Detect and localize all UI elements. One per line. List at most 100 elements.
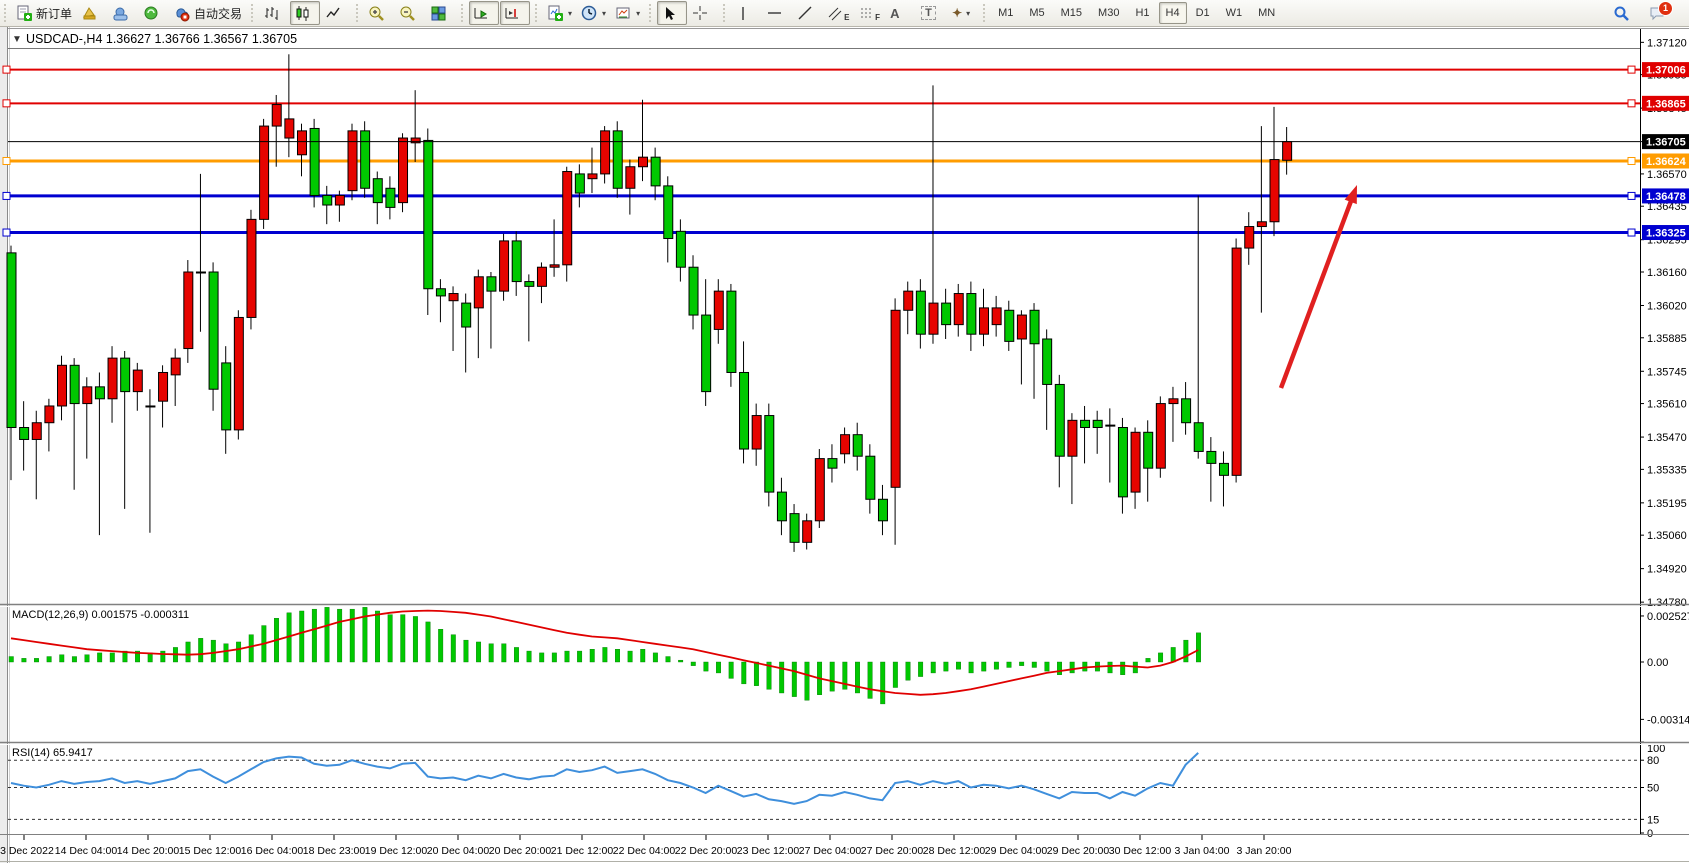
timeframe-button-mn[interactable]: MN: [1251, 2, 1282, 24]
macd-bar: [1120, 662, 1125, 675]
line-handle[interactable]: [3, 157, 10, 164]
trendline-button[interactable]: [793, 1, 823, 25]
line-handle[interactable]: [3, 229, 10, 236]
chart-shift-button[interactable]: [500, 1, 530, 25]
macd-bar: [1184, 640, 1189, 662]
macd-bar: [716, 662, 721, 673]
line-handle[interactable]: [1628, 66, 1635, 73]
macd-bar: [1007, 662, 1012, 667]
crosshair-button[interactable]: [688, 1, 718, 25]
line-handle[interactable]: [3, 192, 10, 199]
macd-bar: [956, 662, 961, 669]
macd-bar: [792, 662, 797, 697]
macd-bar: [565, 651, 570, 662]
horizontal-line-icon: [766, 5, 783, 22]
arrows-button[interactable]: ✦ ▾: [948, 1, 978, 25]
time-axis-label: 29 Dec 20:00: [1047, 845, 1110, 857]
text-button[interactable]: A: [886, 1, 916, 25]
timeframe-button-d1[interactable]: D1: [1189, 2, 1217, 24]
timeframe-button-w1[interactable]: W1: [1219, 2, 1250, 24]
toolbar-right-icons: 1: [1609, 1, 1683, 25]
candle: [234, 317, 243, 429]
templates-icon: [615, 5, 632, 22]
timeframe-button-m5[interactable]: M5: [1022, 2, 1051, 24]
candle: [740, 372, 749, 449]
macd-bar: [678, 660, 683, 662]
line-handle[interactable]: [3, 100, 10, 107]
navigator-button[interactable]: [108, 1, 138, 25]
dropdown-caret-icon: ▾: [636, 9, 640, 18]
macd-bar: [438, 629, 443, 662]
macd-bar: [451, 635, 456, 662]
candle: [1068, 420, 1077, 456]
macd-bar: [489, 644, 494, 662]
line-handle[interactable]: [3, 66, 10, 73]
candle: [537, 267, 546, 286]
line-handle[interactable]: [1628, 100, 1635, 107]
horizontal-line-button[interactable]: [762, 1, 792, 25]
macd-bar: [249, 635, 254, 662]
zoom-in-button[interactable]: [364, 1, 394, 25]
vertical-line-button[interactable]: [731, 1, 761, 25]
price-axis-label: 1.36160: [1647, 267, 1687, 279]
timeframe-button-h4[interactable]: H4: [1159, 2, 1187, 24]
auto-scroll-icon: [473, 5, 490, 22]
text-label-button[interactable]: T: [917, 1, 947, 25]
chart-collapse-icon[interactable]: ▼: [12, 34, 22, 45]
indicators-button[interactable]: ▾: [543, 1, 576, 25]
dropdown-caret-icon: ▾: [568, 9, 572, 18]
timeframe-button-h1[interactable]: H1: [1128, 2, 1156, 24]
macd-bar: [1057, 662, 1062, 675]
new-order-button[interactable]: 新订单: [12, 1, 76, 25]
templates-button[interactable]: ▾: [611, 1, 644, 25]
candle: [1232, 248, 1241, 475]
candle: [83, 387, 92, 404]
macd-bar: [161, 651, 166, 662]
notifications-button[interactable]: 1: [1645, 1, 1675, 25]
candlestick-chart-button[interactable]: [290, 1, 320, 25]
macd-bar: [880, 662, 885, 704]
candle: [1055, 384, 1064, 456]
candle: [285, 119, 294, 138]
bar-chart-button[interactable]: [259, 1, 289, 25]
candle: [702, 315, 711, 392]
periods-button[interactable]: ▾: [577, 1, 610, 25]
cursor-button[interactable]: [657, 1, 687, 25]
line-handle[interactable]: [1628, 192, 1635, 199]
search-button[interactable]: [1609, 1, 1639, 25]
timeframe-button-m1[interactable]: M1: [991, 2, 1020, 24]
candle: [714, 291, 723, 329]
candle: [260, 126, 269, 219]
candle: [146, 406, 155, 407]
candle: [841, 435, 850, 454]
toolbar-grip: [647, 4, 654, 22]
macd-bar: [401, 615, 406, 662]
zoom-out-button[interactable]: [395, 1, 425, 25]
line-handle[interactable]: [1628, 229, 1635, 236]
candle: [449, 294, 458, 301]
equidistant-channel-button[interactable]: E: [824, 1, 854, 25]
macd-bar: [906, 662, 911, 680]
candle: [866, 456, 875, 499]
price-tag-label: 1.36865: [1646, 98, 1686, 110]
candle: [1207, 451, 1216, 463]
market-watch-button[interactable]: [77, 1, 107, 25]
line-handle[interactable]: [1628, 157, 1635, 164]
macd-bar: [60, 655, 65, 662]
autotrading-button[interactable]: 自动交易: [170, 1, 246, 25]
terminal-button[interactable]: [139, 1, 169, 25]
timeframe-button-m30[interactable]: M30: [1091, 2, 1126, 24]
indicators-icon: [547, 5, 564, 22]
candle: [95, 387, 104, 399]
fibonacci-button[interactable]: F: [855, 1, 885, 25]
tile-windows-button[interactable]: [426, 1, 456, 25]
main-toolbar: 新订单 自动交易: [0, 0, 1689, 27]
line-chart-button[interactable]: [321, 1, 351, 25]
macd-bar: [704, 662, 709, 671]
timeframe-button-m15[interactable]: M15: [1054, 2, 1089, 24]
candle: [588, 174, 597, 179]
chart-canvas[interactable]: 1.371201.369851.368451.367051.365701.364…: [0, 26, 1689, 863]
candle: [196, 272, 205, 273]
candle: [777, 492, 786, 521]
auto-scroll-button[interactable]: [469, 1, 499, 25]
